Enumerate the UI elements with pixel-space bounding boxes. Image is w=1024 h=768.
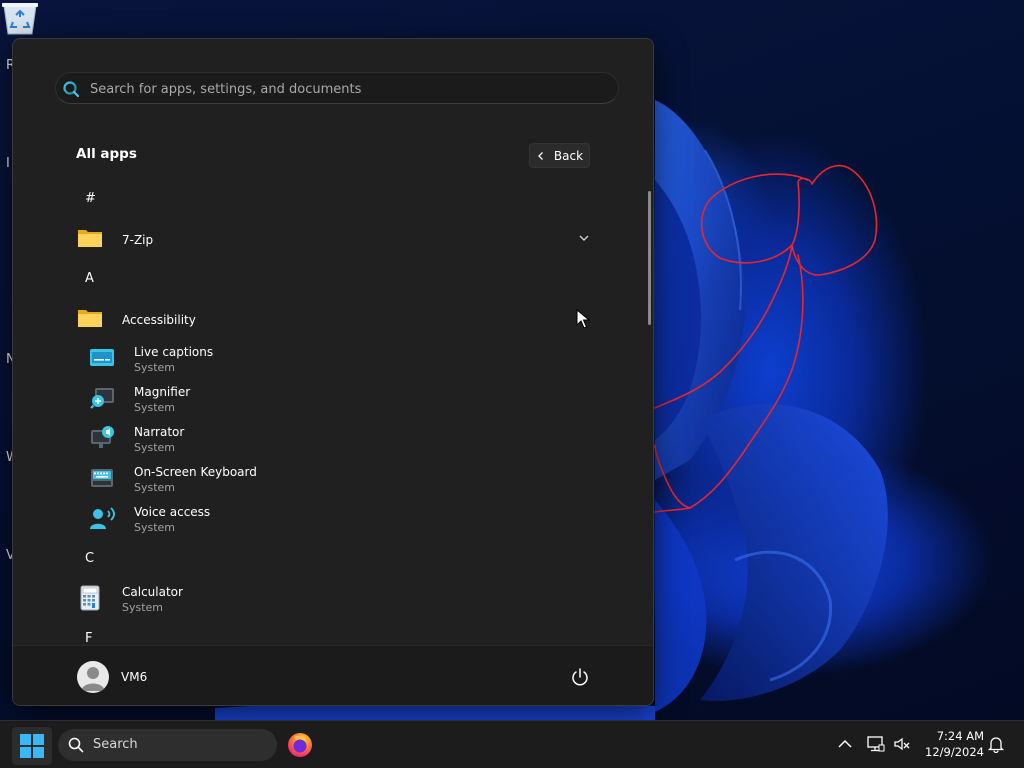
- user-icon: [81, 667, 105, 691]
- app-name: On-Screen Keyboard: [134, 465, 257, 479]
- user-name[interactable]: VM6: [121, 670, 147, 684]
- app-item-7zip[interactable]: 7-Zip: [65, 221, 605, 259]
- app-name: 7-Zip: [122, 233, 154, 247]
- app-name: Live captions: [134, 345, 214, 359]
- group-header-hash[interactable]: #: [85, 191, 96, 206]
- firefox-icon[interactable]: [286, 731, 314, 759]
- live-captions-icon: [90, 349, 114, 366]
- taskbar: Search 7:24 AM 12/9/2024: [0, 720, 1024, 768]
- back-button-label: Back: [553, 148, 584, 163]
- user-avatar[interactable]: [77, 661, 109, 693]
- app-name: Magnifier: [134, 385, 191, 399]
- windows-logo-icon: [20, 734, 44, 758]
- apps-list-scrollbar[interactable]: [648, 191, 651, 325]
- app-item-accessibility[interactable]: Accessibility: [65, 301, 605, 339]
- taskbar-search-box[interactable]: Search: [58, 729, 277, 761]
- start-menu: All apps Back # 7-Zip A Accessibility: [12, 38, 654, 706]
- clock-time: 7:24 AM: [936, 729, 984, 743]
- taskbar-clock[interactable]: 7:24 AM 12/9/2024: [918, 728, 984, 760]
- app-name: Accessibility: [122, 313, 196, 327]
- app-item-on-screen-keyboard[interactable]: On-Screen Keyboard System: [77, 461, 597, 499]
- app-item-calculator[interactable]: Calculator System: [65, 581, 605, 619]
- voice-access-icon: [90, 507, 115, 529]
- app-publisher: System: [134, 401, 176, 414]
- volume-muted-icon[interactable]: [893, 735, 911, 753]
- app-name: Voice access: [134, 505, 211, 519]
- app-publisher: System: [134, 481, 176, 494]
- start-search-box[interactable]: [55, 72, 619, 104]
- app-item-narrator[interactable]: Narrator System: [77, 421, 597, 459]
- power-icon[interactable]: [570, 667, 590, 687]
- recycle-bin-icon[interactable]: [0, 0, 40, 36]
- magnifier-icon: [90, 388, 114, 409]
- search-icon: [63, 81, 80, 98]
- chevron-up-icon[interactable]: [836, 735, 854, 753]
- notification-bell-icon[interactable]: [987, 735, 1005, 753]
- group-header-c[interactable]: C: [85, 551, 94, 566]
- network-icon[interactable]: [867, 735, 885, 753]
- app-publisher: System: [134, 361, 176, 374]
- start-search-input[interactable]: [90, 78, 590, 100]
- app-name: Narrator: [134, 425, 185, 439]
- app-item-magnifier[interactable]: Magnifier System: [77, 381, 597, 419]
- app-item-voice-access[interactable]: Voice access System: [77, 501, 597, 539]
- taskbar-search-label: Search: [93, 737, 138, 752]
- chevron-down-icon[interactable]: [577, 231, 591, 245]
- all-apps-title: All apps: [76, 146, 137, 162]
- search-icon: [68, 737, 84, 753]
- start-button[interactable]: [12, 727, 52, 765]
- folder-icon: [78, 310, 102, 327]
- app-publisher: System: [122, 601, 164, 614]
- app-publisher: System: [134, 521, 176, 534]
- desktop-icon-label-fragment: I: [6, 156, 10, 171]
- back-button[interactable]: Back: [529, 143, 590, 168]
- start-menu-footer: VM6: [13, 645, 653, 705]
- app-name: Calculator: [122, 585, 183, 599]
- narrator-icon: [91, 426, 114, 448]
- app-publisher: System: [134, 441, 176, 454]
- clock-date: 12/9/2024: [925, 745, 984, 759]
- group-header-f[interactable]: F: [85, 631, 92, 643]
- mouse-cursor-icon: [576, 309, 590, 329]
- keyboard-icon: [91, 469, 113, 487]
- group-header-a[interactable]: A: [85, 271, 94, 286]
- calculator-icon: [80, 585, 100, 611]
- chevron-left-icon: [538, 151, 543, 160]
- all-apps-list: # 7-Zip A Accessibility Live captions Sy…: [13, 179, 653, 643]
- app-item-live-captions[interactable]: Live captions System: [77, 341, 597, 379]
- folder-icon: [78, 230, 102, 247]
